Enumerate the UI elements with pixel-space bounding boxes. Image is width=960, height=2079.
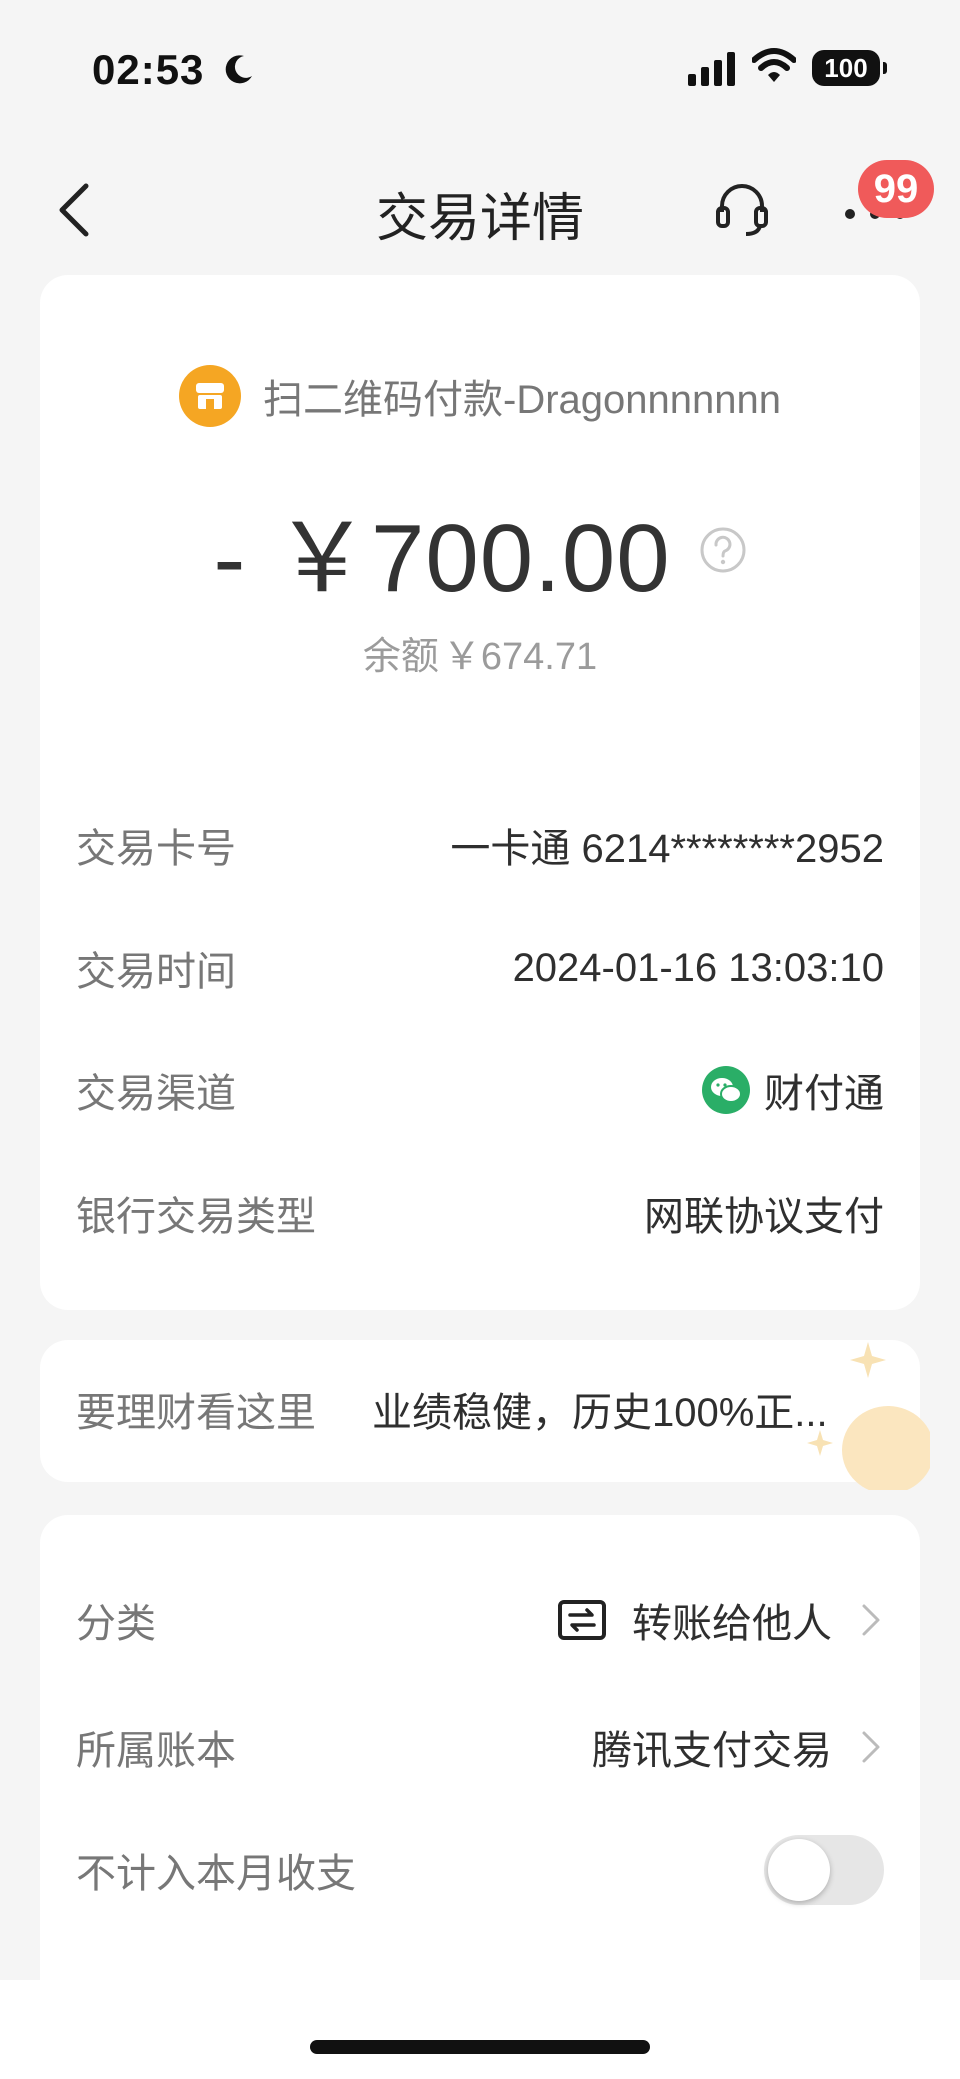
detail-value: 财付通 [764, 1072, 884, 1116]
store-icon [179, 365, 241, 427]
merchant-row: 扫二维码付款-Dragonnnnnnn [40, 365, 920, 427]
moon-icon [225, 55, 252, 84]
balance-value: ￥674.71 [442, 636, 598, 678]
detail-row-bank-type: 银行交易类型 网联协议支付 [76, 1178, 884, 1248]
customer-service-icon[interactable] [712, 178, 772, 238]
detail-value: 网联协议支付 [644, 1195, 884, 1239]
signal-icon [688, 52, 735, 86]
question-icon[interactable] [699, 526, 747, 574]
detail-row-card-number: 交易卡号 一卡通 6214********2952 [76, 810, 884, 880]
ledger-value: 腾讯支付交易 [592, 1729, 832, 1773]
detail-value: 一卡通 6214********2952 [450, 827, 884, 871]
category-value-wrap: 转账给他人 [558, 1591, 884, 1649]
balance-label: 余额 [362, 636, 439, 678]
ledger-row[interactable]: 所属账本 腾讯支付交易 [76, 1712, 884, 1782]
ledger-value-wrap: 腾讯支付交易 [592, 1718, 884, 1776]
detail-label: 交易时间 [76, 950, 236, 994]
status-bar: 02:53 100 [0, 0, 960, 140]
wifi-icon [752, 48, 796, 82]
detail-label: 交易渠道 [76, 1072, 236, 1116]
notification-badge: 99 [858, 160, 934, 218]
home-indicator[interactable] [310, 2040, 650, 2054]
category-row[interactable]: 分类 转账给他人 [76, 1585, 884, 1655]
navbar: 交易详情 [0, 150, 960, 270]
settings-card: 分类 转账给他人 所属账本 腾讯支付交易 不计入本月收支 备注 [40, 1515, 920, 2015]
detail-row-channel: 交易渠道 财付通 [76, 1055, 884, 1125]
wechat-pay-icon [702, 1066, 750, 1114]
exclude-monthly-row: 不计入本月收支 [76, 1835, 884, 1905]
detail-row-time: 交易时间 2024-01-16 13:03:10 [76, 933, 884, 1003]
exclude-label: 不计入本月收支 [76, 1852, 356, 1896]
detail-value: 2024-01-16 13:03:10 [512, 945, 884, 990]
merchant-name: 扫二维码付款-Dragonnnnnnn [263, 378, 781, 422]
battery-indicator: 100 [812, 50, 887, 86]
promo-banner[interactable]: 要理财看这里 业绩稳健，历史100%正... [40, 1340, 920, 1482]
transaction-amount: - ￥700.00 [213, 505, 671, 612]
detail-label: 银行交易类型 [76, 1195, 316, 1239]
promo-label: 要理财看这里 [76, 1391, 316, 1435]
balance-row: 余额 ￥674.71 [40, 625, 920, 680]
chevron-right-icon [862, 1731, 880, 1763]
transfer-icon [558, 1600, 606, 1640]
toggle-knob [768, 1839, 830, 1901]
page-title: 交易详情 [375, 190, 584, 248]
amount-row: - ￥700.00 [40, 480, 920, 619]
transaction-card: 扫二维码付款-Dragonnnnnnn - ￥700.00 余额 ￥674.71 … [40, 275, 920, 1310]
detail-label: 交易卡号 [76, 827, 236, 871]
chevron-right-icon [862, 1604, 880, 1636]
category-value: 转账给他人 [632, 1602, 832, 1646]
category-label: 分类 [76, 1602, 156, 1646]
exclude-toggle[interactable] [764, 1835, 884, 1905]
status-time: 02:53 [92, 46, 205, 93]
bottom-safe-area [0, 1980, 960, 2079]
coin-decoration-icon [807, 1342, 930, 1490]
ledger-label: 所属账本 [76, 1729, 236, 1773]
channel-value-wrap: 财付通 [702, 1061, 884, 1119]
